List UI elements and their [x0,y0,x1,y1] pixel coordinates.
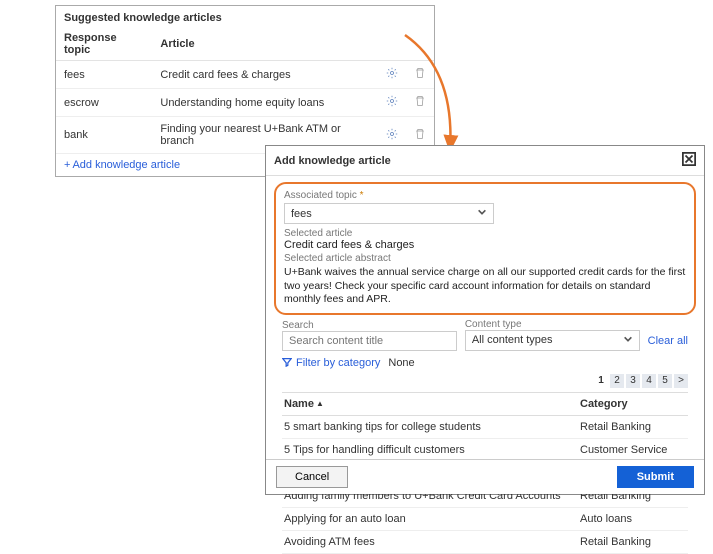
result-row[interactable]: 5 Tips for handling difficult customersC… [282,438,688,461]
result-name: Applying for an auto loan [282,507,578,530]
col-article: Article [152,28,378,61]
content-type-select[interactable]: All content types [465,330,640,351]
result-row[interactable]: 5 smart banking tips for college student… [282,415,688,438]
add-article-modal: Add knowledge article Associated topic *… [265,145,705,495]
suggested-articles-table: Response topic Article feesCredit card f… [56,28,434,154]
result-name: 5 smart banking tips for college student… [282,415,578,438]
close-icon[interactable] [682,152,696,169]
selected-article-abstract: U+Bank waives the annual service charge … [284,266,686,307]
page-5[interactable]: 5 [658,374,672,388]
filter-icon [282,357,292,370]
panel-title: Suggested knowledge articles [56,6,434,28]
chevron-down-icon [477,207,487,220]
page-next[interactable]: > [674,374,688,388]
gear-icon[interactable] [386,98,398,110]
page-3[interactable]: 3 [626,374,640,388]
page-2[interactable]: 2 [610,374,624,388]
result-category: Customer Service [578,438,688,461]
col-topic: Response topic [56,28,152,61]
result-category: Retail Banking [578,530,688,553]
article-cell: Credit card fees & charges [152,61,378,89]
associated-topic-select[interactable]: fees [284,203,494,224]
result-category: Retail Banking [578,415,688,438]
table-row: feesCredit card fees & charges [56,61,434,89]
filter-by-category[interactable]: Filter by category None [266,351,704,372]
cancel-button[interactable]: Cancel [276,466,348,488]
selected-article: Credit card fees & charges [284,239,686,251]
modal-title: Add knowledge article [274,155,391,167]
associated-topic-section: Associated topic * fees Selected article… [274,182,696,315]
table-row: escrowUnderstanding home equity loans [56,89,434,117]
article-cell: Understanding home equity loans [152,89,378,117]
col-name-header[interactable]: Name [282,392,578,415]
topic-cell: escrow [56,89,152,117]
result-row[interactable]: Applying for an auto loanAuto loans [282,507,688,530]
submit-button[interactable]: Submit [617,466,694,488]
trash-icon[interactable] [414,131,426,143]
search-input[interactable] [282,331,457,351]
page-4[interactable]: 4 [642,374,656,388]
page-1: 1 [594,374,608,388]
result-name: 5 Tips for handling difficult customers [282,438,578,461]
clear-all-link[interactable]: Clear all [648,335,688,351]
result-name: Avoiding ATM fees [282,530,578,553]
pagination: 12345> [266,372,704,392]
result-category: Auto loans [578,507,688,530]
col-category-header[interactable]: Category [578,392,688,415]
result-row[interactable]: Avoiding ATM feesRetail Banking [282,530,688,553]
trash-icon[interactable] [414,98,426,110]
chevron-down-icon [623,334,633,347]
trash-icon[interactable] [414,70,426,82]
gear-icon[interactable] [386,131,398,143]
topic-cell: fees [56,61,152,89]
topic-cell: bank [56,117,152,154]
gear-icon[interactable] [386,70,398,82]
